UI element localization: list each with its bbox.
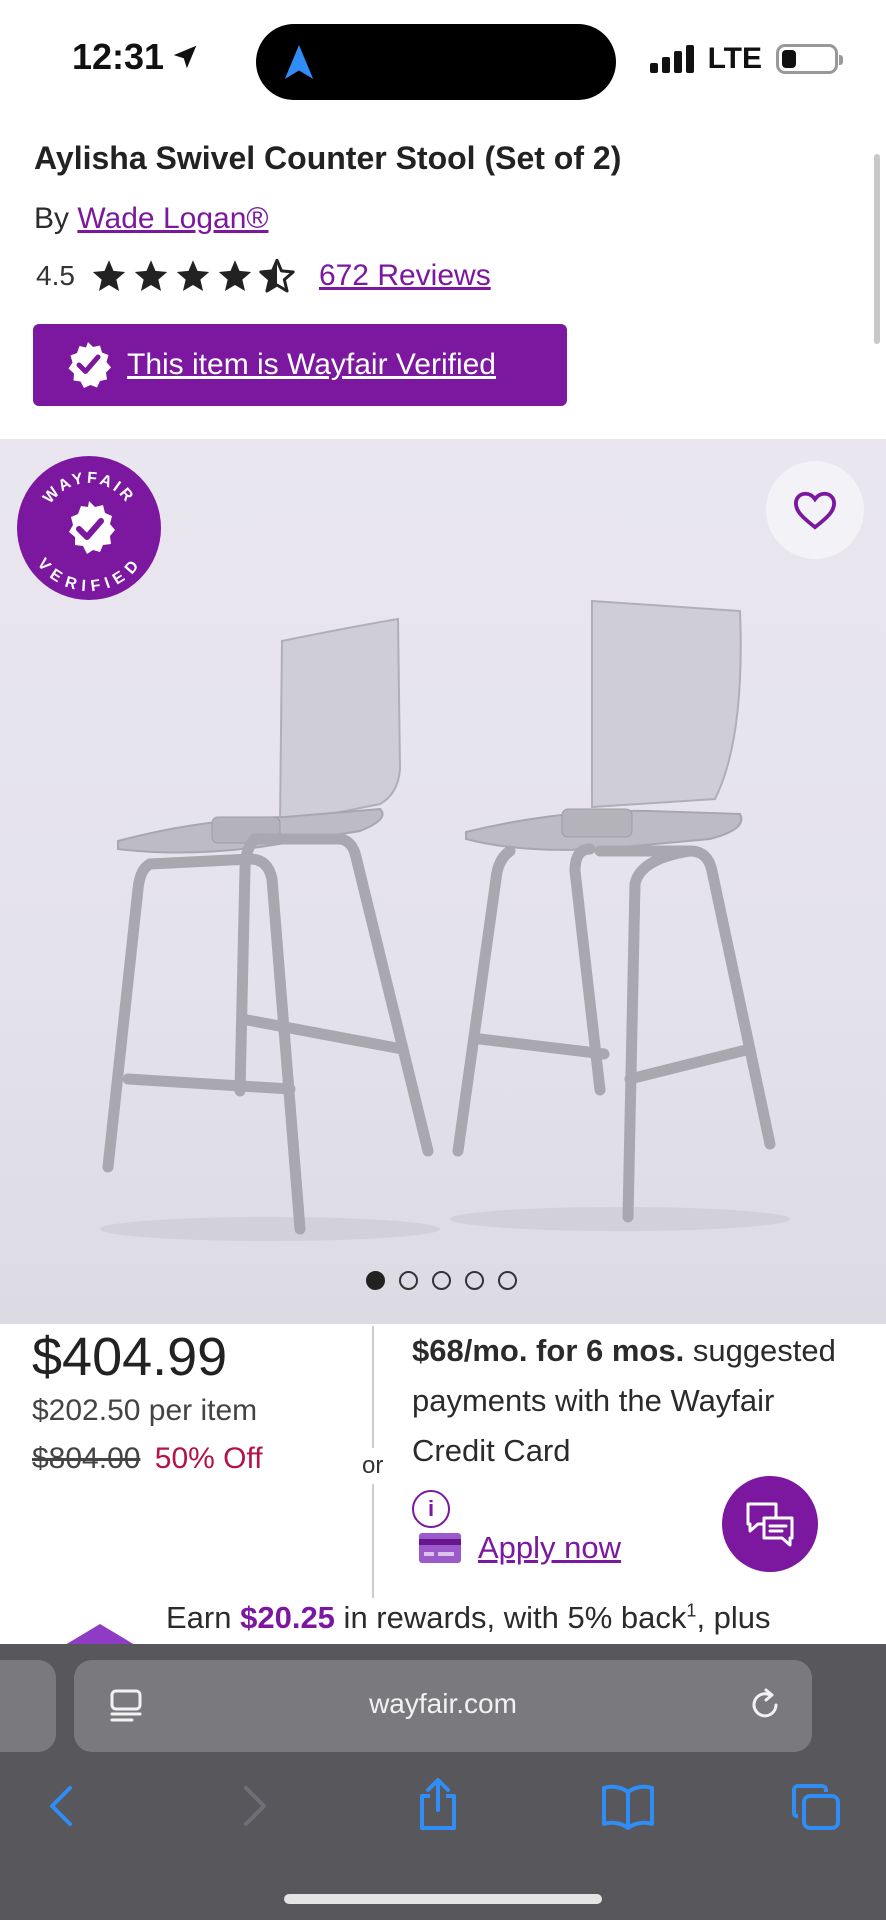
- carousel-dot[interactable]: [399, 1271, 418, 1290]
- back-icon[interactable]: [42, 1782, 82, 1830]
- reload-icon[interactable]: [746, 1686, 784, 1724]
- page-scrollbar[interactable]: [874, 154, 880, 344]
- wayfair-verified-badge: WAYFAIR VERIFIED: [16, 455, 162, 606]
- brand-link[interactable]: Wade Logan®: [77, 202, 268, 235]
- rewards-amount: $20.25: [240, 1600, 335, 1635]
- apply-now-link[interactable]: Apply now: [478, 1530, 621, 1566]
- info-icon[interactable]: i: [412, 1489, 450, 1528]
- verified-seal-icon: WAYFAIR VERIFIED: [17, 456, 161, 600]
- verified-check-icon: [68, 342, 111, 388]
- star-full-icon: [134, 260, 168, 291]
- home-indicator: [284, 1894, 602, 1904]
- rating-row: 4.5 672 Reviews: [36, 258, 491, 294]
- or-label: or: [360, 1448, 386, 1484]
- star-half-icon: [259, 258, 295, 293]
- product-image-gallery[interactable]: WAYFAIR VERIFIED: [0, 439, 886, 1324]
- rewards-text: Earn $20.25 in rewards, with 5% back1, p…: [166, 1600, 771, 1636]
- byline: By Wade Logan®: [34, 202, 268, 236]
- price-block: $404.99 $202.50 per item $804.00 50% Off: [32, 1326, 263, 1476]
- star-full-icon: [176, 260, 210, 291]
- time-text: 12:31: [72, 36, 165, 77]
- heart-icon: [793, 491, 837, 530]
- status-indicators: LTE: [649, 42, 843, 76]
- star-full-icon: [218, 260, 252, 291]
- sale-price: $404.99: [32, 1327, 228, 1387]
- navigation-arrow-icon: [284, 45, 314, 79]
- forward-icon[interactable]: [234, 1782, 274, 1830]
- wayfair-verified-link[interactable]: This item is Wayfair Verified: [33, 324, 567, 406]
- tabs-icon[interactable]: [790, 1782, 842, 1832]
- discount-percent: 50% Off: [154, 1442, 263, 1475]
- carousel-dot[interactable]: [465, 1271, 484, 1290]
- network-label: LTE: [707, 42, 762, 75]
- carousel-dots: [366, 1271, 517, 1290]
- status-bar: 12:31 LTE: [0, 0, 886, 122]
- signal-icon: [649, 45, 694, 73]
- favorite-button[interactable]: [766, 461, 864, 559]
- dynamic-island: [256, 24, 616, 100]
- star-rating: [91, 258, 295, 294]
- rewards-middle: in rewards, with 5% back: [334, 1600, 687, 1635]
- browser-chrome: wayfair.com: [0, 1644, 886, 1920]
- location-arrow-icon: [173, 45, 197, 69]
- credit-card-icon: [419, 1533, 461, 1563]
- finance-headline: $68/mo. for 6 mos.: [412, 1333, 685, 1368]
- discount-row: $804.00 50% Off: [32, 1442, 263, 1476]
- previous-tab[interactable]: [0, 1660, 56, 1752]
- rewards-footnote: 1: [686, 1600, 697, 1621]
- apply-row: Apply now: [418, 1530, 621, 1566]
- rewards-prefix: Earn: [166, 1600, 241, 1635]
- bookmarks-icon[interactable]: [600, 1782, 656, 1830]
- carousel-dot[interactable]: [432, 1271, 451, 1290]
- address-bar[interactable]: wayfair.com: [74, 1660, 812, 1752]
- reviews-link[interactable]: 672 Reviews: [319, 259, 491, 293]
- rewards-suffix: , plus: [696, 1600, 771, 1635]
- verified-text: This item is Wayfair Verified: [127, 348, 496, 381]
- chat-bubbles-icon: [746, 1502, 794, 1547]
- status-time: 12:31: [72, 36, 200, 78]
- per-item-price: $202.50 per item: [32, 1394, 258, 1427]
- product-title: Aylisha Swivel Counter Stool (Set of 2): [34, 140, 622, 176]
- carousel-dot[interactable]: [366, 1271, 385, 1290]
- chat-button[interactable]: [722, 1476, 818, 1572]
- carousel-dot[interactable]: [498, 1271, 517, 1290]
- by-prefix: By: [34, 202, 70, 235]
- battery-icon: [776, 44, 843, 74]
- url-text: wayfair.com: [369, 1688, 517, 1719]
- rating-value: 4.5: [36, 260, 75, 291]
- browser-toolbar: [0, 1778, 886, 1862]
- original-price: $804.00: [32, 1442, 141, 1475]
- star-full-icon: [92, 260, 126, 291]
- share-icon[interactable]: [414, 1776, 462, 1832]
